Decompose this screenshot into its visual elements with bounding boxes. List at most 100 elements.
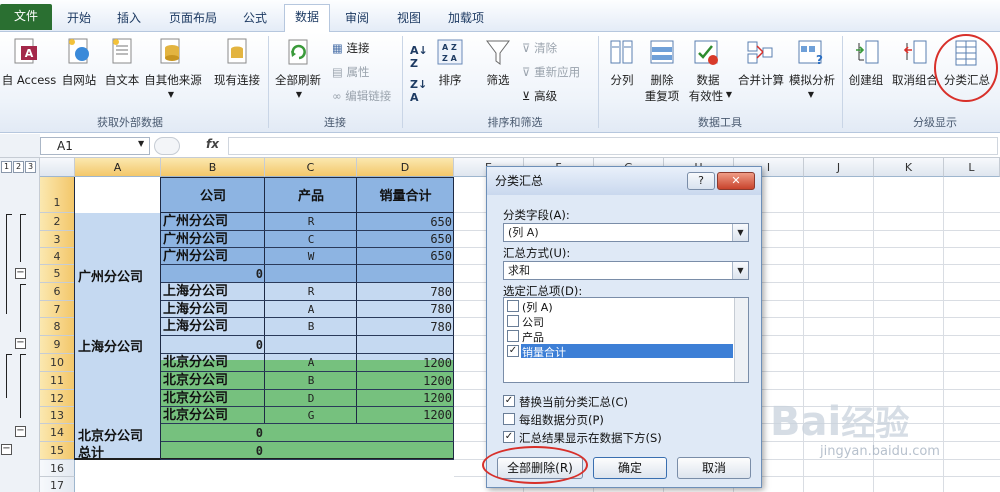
item-checkbox[interactable] xyxy=(507,315,519,327)
col-header-C[interactable]: C xyxy=(265,158,357,177)
cell-company[interactable]: 广州分公司 xyxy=(163,213,228,231)
cell-subtotal[interactable]: 0 xyxy=(161,424,263,442)
below-checkbox[interactable]: ✓ xyxy=(503,431,515,443)
fx-icon[interactable]: fx xyxy=(206,137,219,151)
tab-addins[interactable]: 加载项 xyxy=(440,6,492,32)
row-header-15[interactable]: 15 xyxy=(40,442,75,460)
cell-value[interactable]: 650 xyxy=(357,248,452,265)
cell-subtotal[interactable]: 0 xyxy=(161,336,263,354)
select-all-corner[interactable] xyxy=(40,158,75,177)
row-header-1[interactable]: 1 xyxy=(40,177,75,213)
row-header-2[interactable]: 2 xyxy=(40,213,75,231)
col-header-L[interactable]: L xyxy=(944,158,1000,177)
cell-value[interactable]: 780 xyxy=(357,283,452,301)
row-header-12[interactable]: 12 xyxy=(40,390,75,407)
cell-value[interactable]: 1200 xyxy=(357,372,452,390)
row-header-5[interactable]: 5 xyxy=(40,265,75,283)
cell-company[interactable]: 上海分公司 xyxy=(163,283,228,301)
item-checkbox-checked[interactable]: ✓ xyxy=(507,345,519,357)
cell-value[interactable]: 780 xyxy=(357,318,452,336)
cell-product[interactable]: G xyxy=(265,407,357,424)
cell-A1[interactable] xyxy=(75,177,161,213)
tab-view[interactable]: 视图 xyxy=(388,6,430,32)
cell-product[interactable]: B xyxy=(265,318,357,336)
row-header-3[interactable]: 3 xyxy=(40,231,75,248)
create-group-button[interactable]: 创建组 xyxy=(846,72,886,88)
from-access-button[interactable]: 自 Access xyxy=(0,72,58,88)
tab-review[interactable]: 审阅 xyxy=(336,6,378,32)
cell-company[interactable]: 北京分公司 xyxy=(163,354,228,372)
cell-value[interactable]: 1200 xyxy=(357,354,452,372)
cell-company[interactable]: 上海分公司 xyxy=(163,318,228,336)
item-checkbox[interactable] xyxy=(507,330,519,342)
sort-button[interactable]: 排序 xyxy=(432,72,468,88)
connections-button[interactable]: ▦ 连接 xyxy=(332,40,370,56)
cell-product[interactable]: B xyxy=(265,372,357,390)
cell-subtotal[interactable]: 0 xyxy=(161,442,263,460)
cell-company[interactable]: 上海分公司 xyxy=(163,301,228,318)
row-header-14[interactable]: 14 xyxy=(40,424,75,442)
row-header-9[interactable]: 9 xyxy=(40,336,75,354)
row-header-4[interactable]: 4 xyxy=(40,248,75,265)
ok-button[interactable]: 确定 xyxy=(593,457,667,479)
page-break-checkbox[interactable] xyxy=(503,413,515,425)
function-select[interactable]: 求和 ▼ xyxy=(503,261,749,280)
consolidate-button[interactable]: 合并计算 xyxy=(736,72,786,88)
text-to-columns-button[interactable]: 分列 xyxy=(604,72,640,88)
col-header-D[interactable]: D xyxy=(357,158,454,177)
cell-product[interactable]: A xyxy=(265,354,357,372)
formula-input[interactable] xyxy=(228,137,998,155)
what-if-analysis-button[interactable]: 模拟分析 xyxy=(784,72,840,88)
cell-company[interactable]: 广州分公司 xyxy=(163,248,228,265)
filter-button[interactable]: 筛选 xyxy=(480,72,516,88)
existing-connections-button[interactable]: 现有连接 xyxy=(208,72,266,88)
row-header-16[interactable]: 16 xyxy=(40,460,75,477)
cell-product[interactable]: D xyxy=(265,390,357,407)
name-box[interactable]: A1 xyxy=(40,137,150,155)
close-icon[interactable]: ✕ xyxy=(717,172,755,190)
tab-formulas[interactable]: 公式 xyxy=(234,6,276,32)
row-header-13[interactable]: 13 xyxy=(40,407,75,424)
row-header-7[interactable]: 7 xyxy=(40,301,75,318)
row-header-11[interactable]: 11 xyxy=(40,372,75,390)
outline-level-2-button[interactable]: 2 xyxy=(13,161,24,173)
replace-checkbox[interactable]: ✓ xyxy=(503,395,515,407)
outline-level-1-button[interactable]: 1 xyxy=(1,161,12,173)
col-header-J[interactable]: J xyxy=(804,158,874,177)
cell-subtotal[interactable]: 0 xyxy=(161,265,263,283)
cell-product[interactable]: A xyxy=(265,301,357,318)
from-other-sources-button[interactable]: 自其他来源 xyxy=(142,72,204,88)
tab-insert[interactable]: 插入 xyxy=(108,6,150,32)
collapse-icon[interactable]: − xyxy=(15,426,26,437)
item-checkbox[interactable] xyxy=(507,300,519,312)
row-header-17[interactable]: 17 xyxy=(40,477,75,492)
tab-data[interactable]: 数据 xyxy=(284,4,330,32)
edit-links-button[interactable]: ∞ 编辑链接 xyxy=(332,88,391,104)
remove-duplicates-button[interactable]: 删除 xyxy=(644,72,680,88)
col-header-K[interactable]: K xyxy=(874,158,944,177)
cell-value[interactable]: 650 xyxy=(357,213,452,231)
cell-company[interactable]: 北京分公司 xyxy=(163,390,228,407)
tab-page-layout[interactable]: 页面布局 xyxy=(160,6,226,32)
reapply-button[interactable]: ⊽ 重新应用 xyxy=(522,64,580,80)
cancel-button[interactable]: 取消 xyxy=(677,457,751,479)
col-header-A[interactable]: A xyxy=(75,158,161,177)
field-select[interactable]: (列 A) ▼ xyxy=(503,223,749,242)
data-validation-button[interactable]: 数据 xyxy=(688,72,728,88)
collapse-icon[interactable]: − xyxy=(15,338,26,349)
cell-value[interactable]: 1200 xyxy=(357,407,452,424)
row-header-10[interactable]: 10 xyxy=(40,354,75,372)
collapse-icon[interactable]: − xyxy=(15,268,26,279)
help-button[interactable]: ? xyxy=(687,172,715,190)
cell-product[interactable]: R xyxy=(265,283,357,301)
cell-company[interactable]: 北京分公司 xyxy=(163,407,228,424)
cell-value[interactable]: 780 xyxy=(357,301,452,318)
from-web-button[interactable]: 自网站 xyxy=(58,72,100,88)
properties-button[interactable]: ▤ 属性 xyxy=(332,64,370,80)
cell-product[interactable]: W xyxy=(265,248,357,265)
cell-company[interactable]: 广州分公司 xyxy=(163,231,228,248)
collapse-icon[interactable]: − xyxy=(1,444,12,455)
cell-company[interactable]: 北京分公司 xyxy=(163,372,228,390)
advanced-filter-button[interactable]: ⊻ 高级 xyxy=(522,88,557,104)
sort-ascending-icon[interactable]: A↓ Z xyxy=(410,44,428,70)
